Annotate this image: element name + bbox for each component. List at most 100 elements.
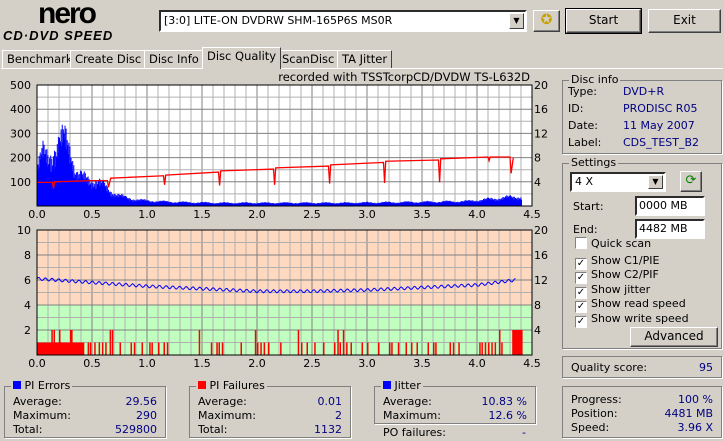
x-tick-label: 3.5 bbox=[413, 357, 431, 370]
tab-disc-quality[interactable]: Disc Quality bbox=[202, 47, 282, 69]
x-tick-label: 0.5 bbox=[83, 357, 101, 370]
date-label: Date: bbox=[568, 119, 598, 132]
show-c2-pif-checkbox[interactable]: ✓ Show C2/PIF bbox=[575, 268, 695, 284]
pif-bar bbox=[216, 342, 218, 355]
pif-bar bbox=[334, 342, 336, 355]
exit-button[interactable]: Exit bbox=[648, 9, 721, 33]
po-failures-label: PO failures: bbox=[383, 426, 446, 439]
speed-value: 4 X bbox=[575, 175, 594, 188]
start-input[interactable]: 0000 MB bbox=[635, 196, 705, 216]
start-button[interactable]: Start bbox=[565, 8, 642, 34]
pif-bar bbox=[71, 330, 73, 355]
show-read-speed-checkbox[interactable]: ✓ Show read speed bbox=[575, 297, 695, 313]
show-jitter-checkbox[interactable]: ✓ Show jitter bbox=[575, 283, 695, 299]
pif-bar bbox=[499, 330, 501, 355]
title-text: PI Failures bbox=[209, 379, 265, 392]
pif-bar bbox=[405, 342, 407, 355]
y2-tick-label: 4 bbox=[534, 324, 541, 337]
pif-avg-value: 0.01 bbox=[317, 395, 343, 408]
x-tick-label: 4.0 bbox=[468, 357, 486, 370]
x-tick-label: 1.5 bbox=[193, 208, 211, 221]
pif-bar bbox=[435, 342, 437, 355]
x-tick-label: 4.5 bbox=[523, 357, 541, 370]
pif-bar bbox=[158, 342, 160, 355]
end-input[interactable]: 4482 MB bbox=[635, 219, 705, 239]
title-text: Jitter bbox=[394, 379, 421, 392]
pif-bar bbox=[516, 330, 523, 355]
show-write-speed-checkbox[interactable]: ✓ Show write speed bbox=[575, 312, 695, 328]
y-tick-label: 8 bbox=[24, 249, 31, 262]
x-tick-label: 0.5 bbox=[83, 208, 101, 221]
pif-bar bbox=[149, 342, 151, 355]
quick-scan-checkbox[interactable]: Quick scan bbox=[575, 237, 695, 251]
po-failures-value: - bbox=[522, 426, 526, 439]
x-tick-label: 4.0 bbox=[468, 208, 486, 221]
show-c1-pie-checkbox[interactable]: ✓ Show C1/PIE bbox=[575, 254, 695, 270]
y-tick-label: 400 bbox=[10, 103, 31, 116]
pif-total-value: 1132 bbox=[314, 423, 342, 436]
advanced-button[interactable]: Advanced bbox=[630, 327, 718, 347]
checkbox-label: Quick scan bbox=[591, 237, 652, 250]
x-tick-label: 1.5 bbox=[193, 357, 211, 370]
pif-bar bbox=[151, 342, 153, 355]
x-tick-label: 1.0 bbox=[138, 357, 156, 370]
avg-label: Average: bbox=[13, 395, 62, 408]
pie-bar bbox=[521, 199, 522, 206]
pif-bar bbox=[141, 342, 143, 355]
speed-label: Speed: bbox=[571, 421, 610, 434]
settings-group: Settings 4 X ▼ ⟳ Start: 0000 MB End: 448… bbox=[562, 156, 722, 349]
blue-legend-square-icon bbox=[13, 381, 21, 389]
pif-max-value: 2 bbox=[335, 409, 342, 422]
checkbox-label: Show C2/PIF bbox=[591, 268, 659, 281]
pif-bar bbox=[458, 342, 460, 355]
y2-tick-label: 12 bbox=[534, 274, 548, 287]
pif-bar bbox=[163, 342, 165, 355]
x-tick-label: 2.0 bbox=[248, 357, 266, 370]
pif-bar bbox=[337, 330, 339, 355]
pif-bar bbox=[323, 342, 325, 355]
pif-bar bbox=[260, 342, 262, 355]
pif-bar bbox=[297, 330, 300, 355]
checkbox-label: Show read speed bbox=[591, 297, 686, 310]
speed-value: 3.96 X bbox=[677, 421, 713, 434]
pif-bar bbox=[133, 342, 136, 355]
id-label: ID: bbox=[568, 102, 584, 115]
pif-bar bbox=[210, 342, 213, 355]
pif-bar bbox=[119, 342, 121, 355]
pif-bar bbox=[367, 342, 369, 355]
pif-bar bbox=[397, 342, 400, 355]
blue-legend-square-icon bbox=[383, 381, 391, 389]
id-value: PRODISC R05 bbox=[623, 102, 698, 115]
max-label: Maximum: bbox=[198, 409, 256, 422]
pif-bar bbox=[257, 342, 259, 355]
y2-tick-label: 20 bbox=[534, 79, 548, 92]
position-value: 4481 MB bbox=[664, 407, 713, 420]
date-value: 11 May 2007 bbox=[623, 119, 695, 132]
pif-bar bbox=[479, 342, 481, 355]
pif-bar bbox=[314, 342, 316, 355]
chevron-down-icon[interactable]: ▼ bbox=[648, 175, 663, 189]
pif-bar bbox=[51, 330, 53, 355]
y-tick-label: 200 bbox=[10, 152, 31, 165]
pif-bar bbox=[427, 342, 429, 355]
pif-bar bbox=[254, 330, 257, 355]
checkbox-box bbox=[575, 237, 587, 249]
quality-score-label: Quality score: bbox=[571, 361, 648, 374]
pif-bar bbox=[416, 342, 418, 355]
start-label: Start: bbox=[573, 200, 604, 213]
pi-failures-group: PI Failures Average: 0.01 Maximum: 2 Total… bbox=[189, 379, 351, 438]
checkbox-label: Show jitter bbox=[591, 283, 651, 296]
check-icon: ✓ bbox=[575, 316, 587, 328]
refresh-icon[interactable]: ⟳ bbox=[680, 171, 702, 192]
jitter-max-value: 12.6 % bbox=[488, 409, 527, 422]
y-tick-label: 10 bbox=[17, 224, 31, 237]
pi-failures-title: PI Failures bbox=[196, 379, 267, 392]
pif-bar bbox=[391, 342, 393, 355]
speed-select[interactable]: 4 X ▼ bbox=[570, 172, 666, 192]
pif-bar bbox=[346, 342, 348, 355]
x-tick-label: 3.5 bbox=[413, 208, 431, 221]
jitter-title: Jitter bbox=[381, 379, 423, 392]
y2-tick-label: 16 bbox=[534, 249, 548, 262]
max-label: Maximum: bbox=[13, 409, 71, 422]
y2-tick-label: 12 bbox=[534, 127, 548, 140]
